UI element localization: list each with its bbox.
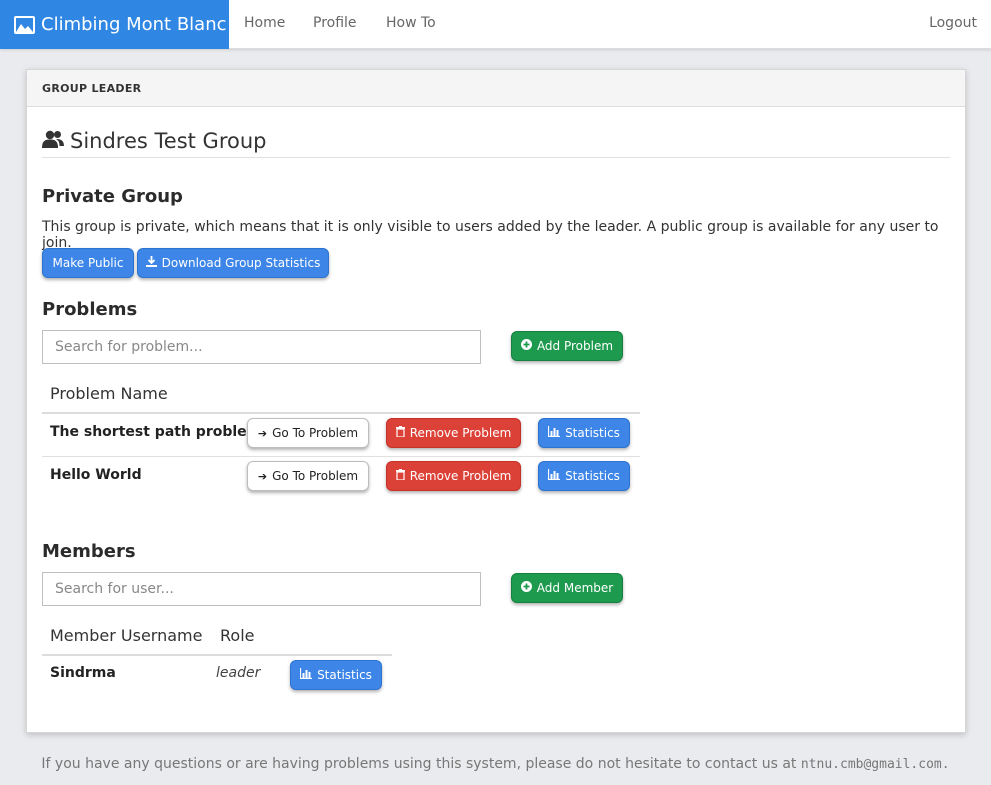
bar-chart-icon bbox=[299, 668, 313, 682]
bar-chart-icon bbox=[547, 426, 561, 440]
nav-logout[interactable]: Logout bbox=[929, 15, 977, 31]
column-member-username: Member Username bbox=[50, 626, 203, 645]
member-role: leader bbox=[216, 665, 261, 681]
table-header-line bbox=[42, 654, 392, 656]
trash-icon bbox=[395, 469, 405, 483]
plus-circle-icon bbox=[520, 581, 532, 595]
footer-text: If you have any questions or are having … bbox=[41, 756, 797, 772]
member-username: Sindrma bbox=[50, 665, 116, 681]
remove-problem-button[interactable]: Remove Problem bbox=[386, 418, 521, 448]
group-leader-card: GROUP LEADER Sindres Test Group Private … bbox=[26, 69, 966, 733]
go-to-problem-button[interactable]: ➔ Go To Problem bbox=[247, 418, 369, 448]
users-icon bbox=[42, 129, 64, 153]
members-heading: Members bbox=[42, 541, 136, 562]
add-problem-button[interactable]: Add Problem bbox=[511, 331, 623, 361]
make-public-button[interactable]: Make Public bbox=[42, 248, 134, 278]
problem-name: The shortest path problem bbox=[50, 424, 262, 440]
privacy-heading: Private Group bbox=[42, 186, 183, 207]
footer: If you have any questions or are having … bbox=[0, 756, 991, 772]
table-header-line bbox=[42, 412, 640, 414]
column-problem-name: Problem Name bbox=[50, 384, 168, 403]
group-title: Sindres Test Group bbox=[42, 129, 266, 153]
trash-icon bbox=[395, 426, 405, 440]
problem-search-input[interactable]: Search for problem... bbox=[42, 330, 481, 364]
download-icon bbox=[145, 256, 157, 270]
privacy-description: This group is private, which means that … bbox=[42, 219, 939, 251]
card-header: GROUP LEADER bbox=[27, 70, 965, 107]
member-statistics-button[interactable]: Statistics bbox=[290, 660, 382, 690]
image-icon bbox=[14, 15, 35, 34]
problem-name: Hello World bbox=[50, 467, 142, 483]
top-navbar: Climbing Mont Blanc Home Profile How To … bbox=[0, 0, 991, 49]
user-search-input[interactable]: Search for user... bbox=[42, 572, 481, 606]
nav-home[interactable]: Home bbox=[244, 15, 285, 31]
nav-how-to[interactable]: How To bbox=[386, 15, 436, 31]
divider bbox=[42, 157, 950, 158]
go-to-problem-button[interactable]: ➔ Go To Problem bbox=[247, 461, 369, 491]
brand-title: Climbing Mont Blanc bbox=[41, 14, 227, 35]
arrow-right-icon: ➔ bbox=[257, 426, 268, 440]
nav-profile[interactable]: Profile bbox=[313, 15, 357, 31]
brand-link[interactable]: Climbing Mont Blanc bbox=[0, 0, 229, 49]
problems-heading: Problems bbox=[42, 299, 138, 320]
arrow-right-icon: ➔ bbox=[257, 469, 268, 483]
group-name: Sindres Test Group bbox=[70, 129, 267, 153]
problem-statistics-button[interactable]: Statistics bbox=[538, 461, 630, 491]
add-member-button[interactable]: Add Member bbox=[511, 573, 623, 603]
plus-circle-icon bbox=[520, 339, 532, 353]
problem-statistics-button[interactable]: Statistics bbox=[538, 418, 630, 448]
row-divider bbox=[42, 456, 640, 457]
contact-email[interactable]: ntnu.cmb@gmail.com bbox=[801, 757, 942, 772]
download-group-statistics-button[interactable]: Download Group Statistics bbox=[137, 248, 329, 278]
column-role: Role bbox=[220, 626, 255, 645]
footer-period: . bbox=[941, 757, 950, 772]
remove-problem-button[interactable]: Remove Problem bbox=[386, 461, 521, 491]
bar-chart-icon bbox=[547, 469, 561, 483]
